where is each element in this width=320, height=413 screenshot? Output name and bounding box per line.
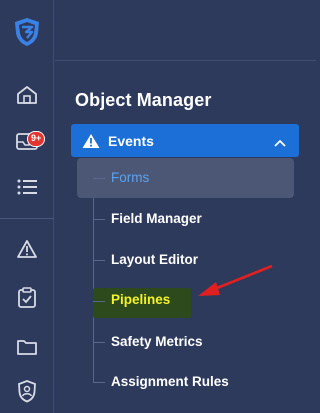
chevron-up-icon[interactable] bbox=[274, 134, 286, 152]
events-label: Events bbox=[108, 132, 154, 149]
tree-branch bbox=[93, 301, 105, 302]
annotation-arrow-icon bbox=[198, 264, 273, 296]
tree-branch bbox=[93, 178, 105, 179]
nav-item-safety-metrics[interactable]: Safety Metrics bbox=[111, 334, 203, 349]
nav-item-layout-editor[interactable]: Layout Editor bbox=[111, 252, 198, 267]
nav-item-pipelines[interactable]: Pipelines bbox=[111, 292, 170, 307]
object-manager-panel: Object Manager Events Forms Field Manage… bbox=[55, 62, 316, 413]
warning-icon bbox=[82, 132, 100, 150]
nav-item-assignment-rules[interactable]: Assignment Rules bbox=[111, 374, 229, 389]
events-section-header[interactable]: Events bbox=[71, 124, 299, 157]
tree-branch bbox=[93, 260, 105, 261]
rail-divider bbox=[0, 218, 54, 219]
tree-branch bbox=[93, 342, 105, 343]
folder-icon[interactable] bbox=[0, 334, 54, 360]
icon-rail: 9+ bbox=[0, 0, 54, 413]
header-bar bbox=[55, 0, 316, 61]
shield-logo-icon[interactable] bbox=[0, 14, 54, 50]
home-icon[interactable] bbox=[0, 82, 54, 108]
selected-item-background bbox=[77, 158, 294, 198]
clipboard-check-icon[interactable] bbox=[0, 284, 54, 310]
alert-triangle-icon[interactable] bbox=[0, 236, 54, 262]
nav-item-field-manager[interactable]: Field Manager bbox=[111, 211, 202, 226]
notification-badge: 9+ bbox=[27, 131, 46, 147]
tree-branch bbox=[93, 219, 105, 220]
tree-branch bbox=[93, 382, 105, 383]
page-title: Object Manager bbox=[75, 90, 212, 110]
shield-user-icon[interactable] bbox=[0, 378, 54, 404]
nav-item-forms[interactable]: Forms bbox=[111, 170, 149, 185]
list-icon[interactable] bbox=[0, 174, 54, 200]
